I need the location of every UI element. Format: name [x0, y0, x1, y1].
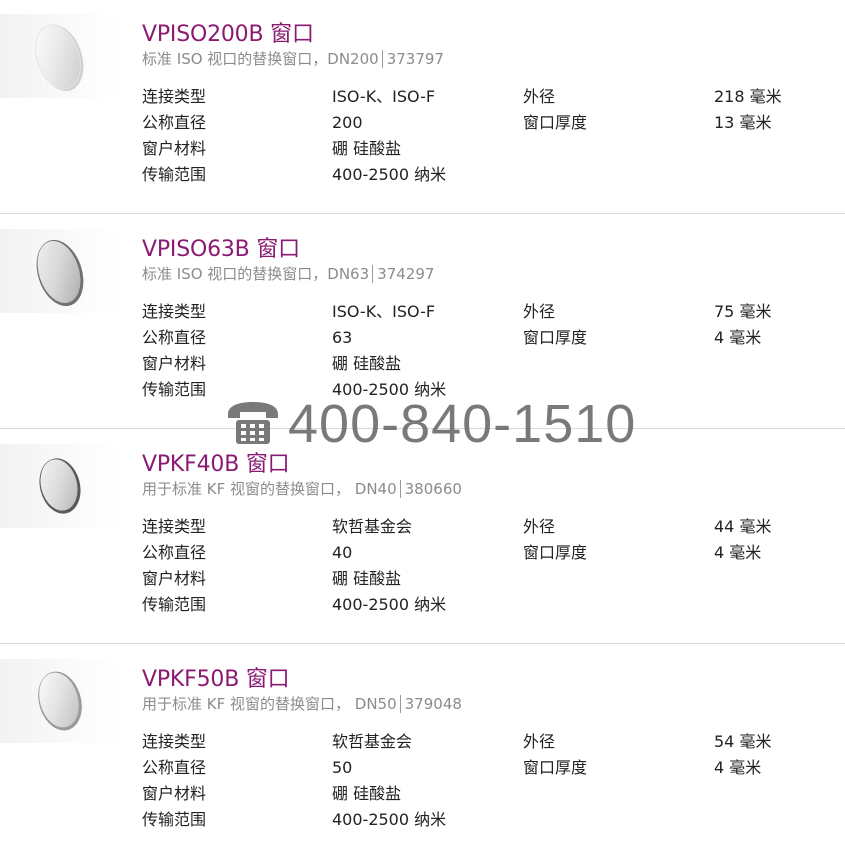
product-image[interactable]: [0, 229, 120, 313]
spec-value: 400-2500 纳米: [332, 595, 447, 614]
glass-window-icon: [35, 24, 84, 92]
product-item-vpkf50b: VPKF50B 窗口 用于标准 KF 视窗的替换窗口， DN50 379048 连…: [0, 645, 845, 859]
product-image[interactable]: [0, 14, 120, 98]
spec-value: 硼 硅酸盐: [332, 569, 402, 588]
spec-row: 连接类型 软哲基金会 外径 54 毫米: [142, 729, 842, 755]
spec-label: 传输范围: [142, 380, 207, 399]
part-number: 380660: [399, 480, 462, 498]
spec-value: 63: [332, 328, 353, 347]
spec-row: 窗户材料 硼 硅酸盐: [142, 136, 842, 162]
spec-row: 公称直径 63 窗口厚度 4 毫米: [142, 325, 842, 351]
product-image[interactable]: [0, 444, 120, 528]
spec-table: 连接类型 软哲基金会 外径 54 毫米 公称直径 50 窗口厚度 4 毫米 窗户…: [142, 729, 842, 833]
product-description: 用于标准 KF 视窗的替换窗口， DN50 379048: [142, 693, 462, 714]
spec-label: 连接类型: [142, 732, 207, 751]
spec-row: 公称直径 200 窗口厚度 13 毫米: [142, 110, 842, 136]
product-description: 用于标准 KF 视窗的替换窗口， DN40 380660: [142, 478, 462, 499]
spec-value: 218 毫米: [714, 87, 782, 106]
spec-label: 连接类型: [142, 87, 207, 106]
spec-row: 公称直径 40 窗口厚度 4 毫米: [142, 540, 842, 566]
product-title[interactable]: VPISO63B 窗口: [142, 231, 300, 263]
spec-row: 窗户材料 硼 硅酸盐: [142, 566, 842, 592]
spec-value: 75 毫米: [714, 302, 772, 321]
spec-label: 外径: [523, 517, 556, 536]
glass-window-icon: [39, 458, 81, 514]
spec-value: ISO-K、ISO-F: [332, 302, 436, 321]
spec-value: 54 毫米: [714, 732, 772, 751]
spec-row: 传输范围 400-2500 纳米: [142, 162, 842, 188]
product-desc-text: 标准 ISO 视口的替换窗口，DN200: [142, 50, 379, 68]
spec-table: 连接类型 软哲基金会 外径 44 毫米 公称直径 40 窗口厚度 4 毫米 窗户…: [142, 514, 842, 618]
spec-label: 窗口厚度: [523, 543, 588, 562]
spec-value: 硼 硅酸盐: [332, 139, 402, 158]
spec-value: 13 毫米: [714, 113, 772, 132]
spec-label: 传输范围: [142, 165, 207, 184]
spec-value: 4 毫米: [714, 543, 762, 562]
spec-row: 传输范围 400-2500 纳米: [142, 807, 842, 833]
spec-label: 公称直径: [142, 758, 207, 777]
spec-row: 连接类型 ISO-K、ISO-F 外径 75 毫米: [142, 299, 842, 325]
spec-label: 传输范围: [142, 595, 207, 614]
phone-number: 400-840-1510: [288, 394, 637, 454]
spec-label: 窗口厚度: [523, 113, 588, 132]
product-image[interactable]: [0, 659, 120, 743]
spec-label: 公称直径: [142, 113, 207, 132]
spec-value: 4 毫米: [714, 328, 762, 347]
product-item-vpiso200b: VPISO200B 窗口 标准 ISO 视口的替换窗口，DN200 373797 …: [0, 0, 845, 214]
product-desc-text: 用于标准 KF 视窗的替换窗口， DN50: [142, 695, 397, 713]
spec-value: 50: [332, 758, 353, 777]
spec-label: 外径: [523, 87, 556, 106]
product-title[interactable]: VPKF50B 窗口: [142, 661, 290, 693]
spec-label: 窗户材料: [142, 354, 207, 373]
product-desc-text: 标准 ISO 视口的替换窗口，DN63: [142, 265, 370, 283]
spec-value: 软哲基金会: [332, 732, 413, 751]
spec-table: 连接类型 ISO-K、ISO-F 外径 218 毫米 公称直径 200 窗口厚度…: [142, 84, 842, 188]
spec-label: 连接类型: [142, 517, 207, 536]
spec-value: 40: [332, 543, 353, 562]
spec-value: 400-2500 纳米: [332, 165, 447, 184]
part-number: 374297: [372, 265, 435, 283]
spec-label: 传输范围: [142, 810, 207, 829]
phone-watermark: 400-840-1510: [224, 393, 636, 459]
product-item-vpkf40b: VPKF40B 窗口 用于标准 KF 视窗的替换窗口， DN40 380660 连…: [0, 430, 845, 644]
spec-row: 公称直径 50 窗口厚度 4 毫米: [142, 755, 842, 781]
spec-label: 外径: [523, 302, 556, 321]
spec-value: 硼 硅酸盐: [332, 354, 402, 373]
spec-label: 窗户材料: [142, 784, 207, 803]
spec-value: 200: [332, 113, 363, 132]
spec-label: 窗户材料: [142, 139, 207, 158]
spec-row: 传输范围 400-2500 纳米: [142, 592, 842, 618]
part-number: 379048: [399, 695, 462, 713]
spec-value: 400-2500 纳米: [332, 810, 447, 829]
glass-window-icon: [36, 239, 84, 307]
product-description: 标准 ISO 视口的替换窗口，DN63 374297: [142, 263, 435, 284]
product-title[interactable]: VPISO200B 窗口: [142, 16, 314, 48]
spec-row: 窗户材料 硼 硅酸盐: [142, 351, 842, 377]
spec-label: 窗户材料: [142, 569, 207, 588]
spec-row: 连接类型 软哲基金会 外径 44 毫米: [142, 514, 842, 540]
telephone-icon: [224, 397, 282, 459]
spec-table: 连接类型 ISO-K、ISO-F 外径 75 毫米 公称直径 63 窗口厚度 4…: [142, 299, 842, 403]
spec-row: 窗户材料 硼 硅酸盐: [142, 781, 842, 807]
spec-label: 外径: [523, 732, 556, 751]
spec-value: 硼 硅酸盐: [332, 784, 402, 803]
spec-label: 窗口厚度: [523, 328, 588, 347]
spec-label: 窗口厚度: [523, 758, 588, 777]
part-number: 373797: [381, 50, 444, 68]
spec-value: ISO-K、ISO-F: [332, 87, 436, 106]
glass-window-icon: [38, 671, 82, 731]
spec-value: 软哲基金会: [332, 517, 413, 536]
spec-label: 公称直径: [142, 543, 207, 562]
spec-label: 公称直径: [142, 328, 207, 347]
spec-value: 44 毫米: [714, 517, 772, 536]
product-desc-text: 用于标准 KF 视窗的替换窗口， DN40: [142, 480, 397, 498]
spec-row: 连接类型 ISO-K、ISO-F 外径 218 毫米: [142, 84, 842, 110]
spec-value: 4 毫米: [714, 758, 762, 777]
spec-label: 连接类型: [142, 302, 207, 321]
product-description: 标准 ISO 视口的替换窗口，DN200 373797: [142, 48, 444, 69]
